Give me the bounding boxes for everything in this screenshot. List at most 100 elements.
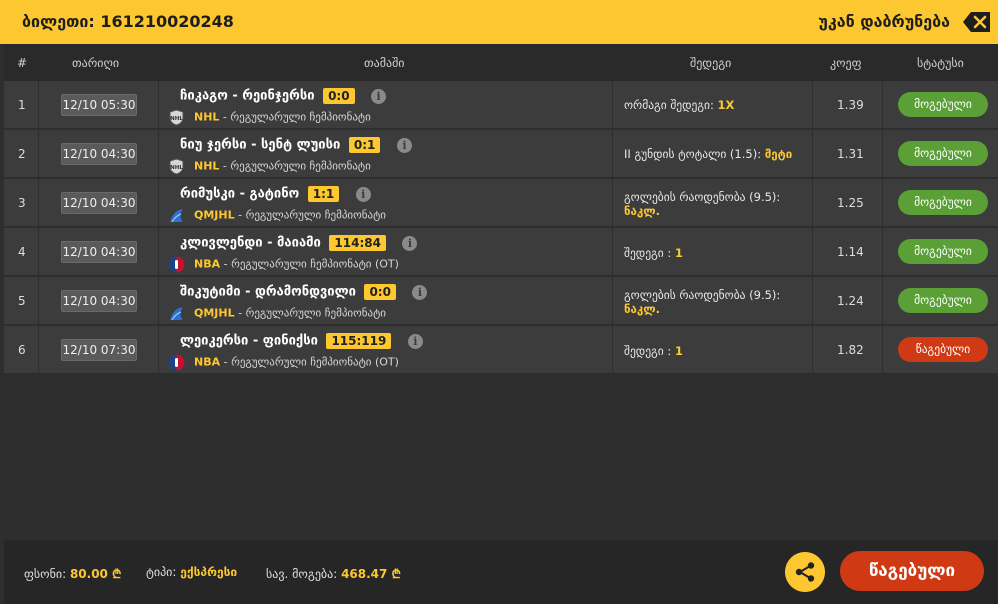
nhl-logo-icon: NHL xyxy=(169,109,184,126)
qmjhl-logo-icon xyxy=(170,307,183,321)
row-date: 12/10 05:30 xyxy=(61,94,137,116)
row-number: 1 xyxy=(18,98,26,112)
row-date: 12/10 04:30 xyxy=(61,192,137,214)
type-info: ტიპი: ექსპრესი xyxy=(146,565,237,579)
share-icon[interactable] xyxy=(785,552,825,592)
table-row: 3 12/10 04:30 რიმუსკი - გატინო 1:1 i QMJ… xyxy=(4,179,998,227)
result-value: 1 xyxy=(674,246,683,260)
col-result: შედეგი xyxy=(690,56,732,70)
match-cell: ნიუ ჯერსი - სენტ ლუისი 0:1 i xyxy=(180,137,412,153)
league-description: - რეგულარული ჩემპიონატი (OT) xyxy=(220,355,399,369)
row-date: 12/10 07:30 xyxy=(61,339,137,361)
row-number: 6 xyxy=(18,343,26,357)
row-number: 5 xyxy=(18,294,26,308)
match-name: შიკუტიმი - დრამონდვილი xyxy=(180,284,356,300)
svg-text:NHL: NHL xyxy=(170,116,183,122)
league-name: QMJHL xyxy=(194,208,235,222)
result-label: გოლების რაოდენობა (9.5): xyxy=(624,190,781,204)
table-row: 4 12/10 04:30 კლივლენდი - მაიამი 114:84 … xyxy=(4,228,998,276)
info-icon[interactable]: i xyxy=(355,186,371,202)
status-badge: წაგებული xyxy=(898,337,988,362)
stake-label: ფსონი: xyxy=(24,567,70,581)
league-description: - რეგულარული ჩემპიონატი xyxy=(219,159,371,173)
league-name: NBA xyxy=(194,257,221,271)
result-value: ნაკლ. xyxy=(624,302,661,316)
league-line: QMJHL - რეგულარული ჩემპიონატი xyxy=(168,207,386,224)
nba-logo-icon xyxy=(168,354,185,371)
league-line: NHL NHL - რეგულარული ჩემპიონატი xyxy=(168,109,371,126)
ticket-header: ბილეთი: 161210020248 უკან დაბრუნება xyxy=(0,0,998,44)
row-number: 3 xyxy=(18,196,26,210)
table-header: # თარიღი თამაში შედეგი კოეფ სტატუსი xyxy=(4,44,998,81)
result-label: II გუნდის ტოტალი (1.5): xyxy=(624,147,765,161)
league-description: - რეგულარული ჩემპიონატი xyxy=(234,208,386,222)
result-cell: შედეგი : 1 xyxy=(624,246,683,260)
match-score: 1:1 xyxy=(307,186,340,202)
qmjhl-logo-icon xyxy=(170,209,183,223)
match-score: 0:0 xyxy=(323,88,355,104)
table-row: 6 12/10 07:30 ლეიკერსი - ფინიქსი 115:119… xyxy=(4,326,998,374)
status-badge: მოგებული xyxy=(898,288,988,313)
league-line: QMJHL - რეგულარული ჩემპიონატი xyxy=(168,305,386,322)
league-name: NHL xyxy=(194,110,220,124)
row-odd: 1.82 xyxy=(837,343,864,357)
status-badge: მოგებული xyxy=(898,239,988,264)
league-description: - რეგულარული ჩემპიონატი xyxy=(219,110,371,124)
table-row: 5 12/10 04:30 შიკუტიმი - დრამონდვილი 0:0… xyxy=(4,277,998,325)
match-cell: ჩიკაგო - რეინჯერსი 0:0 i xyxy=(180,88,387,104)
match-score: 114:84 xyxy=(329,235,386,251)
lost-status-button[interactable]: წაგებული xyxy=(840,551,984,591)
league-line: NBA - რეგულარული ჩემპიონატი (OT) xyxy=(168,256,399,273)
league-name: QMJHL xyxy=(194,306,235,320)
result-cell: გოლების რაოდენობა (9.5): ნაკლ. xyxy=(624,190,780,218)
type-label: ტიპი: xyxy=(146,565,181,579)
info-icon[interactable]: i xyxy=(407,333,423,349)
col-date: თარიღი xyxy=(72,56,120,70)
ticket-title: ბილეთი: 161210020248 xyxy=(22,12,234,31)
match-name: ლეიკერსი - ფინიქსი xyxy=(180,333,318,349)
nba-logo-icon xyxy=(168,256,185,273)
close-icon[interactable] xyxy=(962,10,992,34)
match-name: რიმუსკი - გატინო xyxy=(180,186,300,202)
col-odd: კოეფ xyxy=(830,56,862,70)
result-label: გოლების რაოდენობა (9.5): xyxy=(624,288,781,302)
row-date: 12/10 04:30 xyxy=(61,290,137,312)
league-line: NHL NHL - რეგულარული ჩემპიონატი xyxy=(168,158,371,175)
result-cell: ორმაგი შედეგი: 1X xyxy=(624,98,734,112)
match-cell: კლივლენდი - მაიამი 114:84 i xyxy=(180,235,418,251)
league-name: NBA xyxy=(194,355,221,369)
match-name: ნიუ ჯერსი - სენტ ლუისი xyxy=(180,137,341,153)
col-status: სტატუსი xyxy=(917,56,964,70)
info-icon[interactable]: i xyxy=(371,88,387,104)
result-value: 1X xyxy=(717,98,735,112)
row-odd: 1.31 xyxy=(837,147,864,161)
row-odd: 1.39 xyxy=(837,98,864,112)
row-date: 12/10 04:30 xyxy=(61,241,137,263)
result-cell: II გუნდის ტოტალი (1.5): მეტი xyxy=(624,147,792,161)
info-icon[interactable]: i xyxy=(412,284,428,300)
match-score: 0:0 xyxy=(364,284,396,300)
possible-win-info: სავ. მოგება: 468.47 ₾ xyxy=(266,565,401,582)
match-score: 115:119 xyxy=(326,333,392,349)
possible-win-value: 468.47 ₾ xyxy=(341,567,401,581)
row-odd: 1.14 xyxy=(837,245,864,259)
result-value: მეტი xyxy=(764,147,793,161)
league-description: - რეგულარული ჩემპიონატი (OT) xyxy=(220,257,399,271)
col-match: თამაში xyxy=(364,56,405,70)
status-badge: მოგებული xyxy=(898,92,988,117)
match-cell: შიკუტიმი - დრამონდვილი 0:0 i xyxy=(180,284,428,300)
stake-value: 80.00 ₾ xyxy=(69,567,122,581)
match-name: ჩიკაგო - რეინჯერსი xyxy=(180,88,315,104)
info-icon[interactable]: i xyxy=(402,235,418,251)
table-row: 1 12/10 05:30 ჩიკაგო - რეინჯერსი 0:0 i N… xyxy=(4,81,998,129)
col-num: # xyxy=(17,56,28,70)
result-label: ორმაგი შედეგი: xyxy=(624,98,718,112)
back-button[interactable]: უკან დაბრუნება xyxy=(818,12,950,31)
result-label: შედეგი : xyxy=(624,344,675,358)
ticket-modal: ბილეთი: 161210020248 უკან დაბრუნება # თა… xyxy=(0,0,998,604)
match-cell: ლეიკერსი - ფინიქსი 115:119 i xyxy=(180,333,423,349)
row-number: 2 xyxy=(18,147,26,161)
match-cell: რიმუსკი - გატინო 1:1 i xyxy=(180,186,371,202)
info-icon[interactable]: i xyxy=(396,137,412,153)
type-value: ექსპრესი xyxy=(180,565,238,579)
